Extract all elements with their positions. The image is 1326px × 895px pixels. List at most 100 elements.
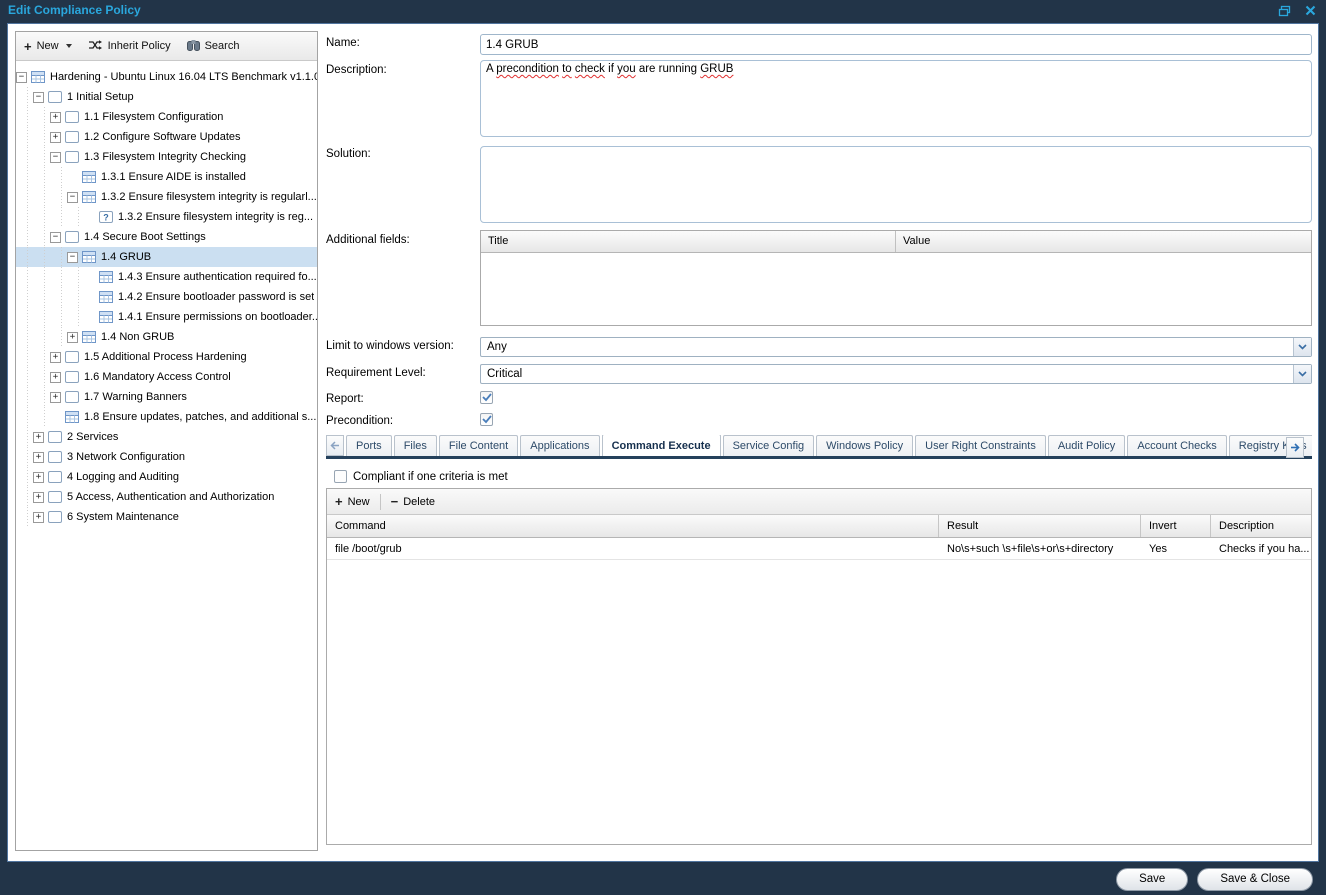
plus-expander-icon[interactable]: + xyxy=(33,472,44,483)
column-header-invert[interactable]: Invert xyxy=(1141,515,1211,537)
tab-command-execute[interactable]: Command Execute xyxy=(602,435,721,456)
tree-item[interactable]: +1.6 Mandatory Access Control xyxy=(16,367,317,387)
tree-item-label: 2 Services xyxy=(67,431,118,443)
tree-item[interactable]: +3 Network Configuration xyxy=(16,447,317,467)
tree-indent-guide xyxy=(16,427,33,447)
tree-item[interactable]: +1.1 Filesystem Configuration xyxy=(16,107,317,127)
minus-expander-icon[interactable]: − xyxy=(67,252,78,263)
tree-item[interactable]: 1.4.1 Ensure permissions on bootloader..… xyxy=(16,307,317,327)
inherit-policy-button[interactable]: Inherit Policy xyxy=(88,39,171,54)
minus-expander-icon[interactable]: − xyxy=(50,232,61,243)
tree-indent-guide xyxy=(16,307,33,327)
limit-windows-select[interactable]: Any xyxy=(480,337,1312,357)
report-checkbox[interactable] xyxy=(480,391,493,404)
tree-indent-guide xyxy=(16,407,33,427)
column-header-value[interactable]: Value xyxy=(896,231,937,252)
tree-item[interactable]: +2 Services xyxy=(16,427,317,447)
precondition-checkbox[interactable] xyxy=(480,413,493,426)
tree-indent-guide xyxy=(50,207,67,227)
column-header-description[interactable]: Description xyxy=(1211,515,1311,537)
close-icon[interactable] xyxy=(1303,4,1317,17)
tree-indent-guide xyxy=(33,287,50,307)
tree-indent-guide xyxy=(16,367,33,387)
criteria-row[interactable]: file /boot/grubNo\s+such \s+file\s+or\s+… xyxy=(327,538,1311,560)
requirement-level-select[interactable]: Critical xyxy=(480,364,1312,384)
column-header-result[interactable]: Result xyxy=(939,515,1141,537)
criteria-new-button[interactable]: + New xyxy=(335,496,370,508)
tree-item-label: 1.5 Additional Process Hardening xyxy=(84,351,247,363)
tree-item[interactable]: +1.2 Configure Software Updates xyxy=(16,127,317,147)
criteria-panel: + New − Delete Command Result Invert Des… xyxy=(326,488,1312,845)
tree-item[interactable]: +5 Access, Authentication and Authorizat… xyxy=(16,487,317,507)
tree-item[interactable]: −Hardening - Ubuntu Linux 16.04 LTS Benc… xyxy=(16,67,317,87)
tab-files[interactable]: Files xyxy=(394,435,437,456)
tab-applications[interactable]: Applications xyxy=(520,435,599,456)
tab-audit-policy[interactable]: Audit Policy xyxy=(1048,435,1125,456)
plus-expander-icon[interactable]: + xyxy=(67,332,78,343)
tree-item[interactable]: −1 Initial Setup xyxy=(16,87,317,107)
compliant-checkbox[interactable] xyxy=(334,470,347,483)
tab-account-checks[interactable]: Account Checks xyxy=(1127,435,1226,456)
tree-item[interactable]: +6 System Maintenance xyxy=(16,507,317,527)
plus-expander-icon[interactable]: + xyxy=(50,112,61,123)
tab-scroll-right-button[interactable] xyxy=(1286,437,1304,458)
tab-ports[interactable]: Ports xyxy=(346,435,392,456)
save-button[interactable]: Save xyxy=(1116,868,1188,891)
tree-item[interactable]: 1.8 Ensure updates, patches, and additio… xyxy=(16,407,317,427)
restore-icon[interactable] xyxy=(1277,4,1291,17)
column-header-command[interactable]: Command xyxy=(327,515,939,537)
plus-expander-icon[interactable]: + xyxy=(50,132,61,143)
plus-expander-icon[interactable]: + xyxy=(33,492,44,503)
column-header-title[interactable]: Title xyxy=(481,231,896,252)
tree-item[interactable]: +1.4 Non GRUB xyxy=(16,327,317,347)
new-button[interactable]: + New xyxy=(24,40,72,52)
minus-expander-icon[interactable]: − xyxy=(50,152,61,163)
tab-windows-policy[interactable]: Windows Policy xyxy=(816,435,913,456)
tree-item-label: 1.4.1 Ensure permissions on bootloader..… xyxy=(118,311,317,323)
tree-item-label: 4 Logging and Auditing xyxy=(67,471,179,483)
plus-expander-icon[interactable]: + xyxy=(33,452,44,463)
tab-service-config[interactable]: Service Config xyxy=(723,435,815,456)
tree-item[interactable]: 1.4.3 Ensure authentication required fo.… xyxy=(16,267,317,287)
chevron-down-icon[interactable] xyxy=(1293,338,1311,356)
tree-item[interactable]: 1.3.1 Ensure AIDE is installed xyxy=(16,167,317,187)
tree-item-label: 5 Access, Authentication and Authorizati… xyxy=(67,491,274,503)
tab-user-right-constraints[interactable]: User Right Constraints xyxy=(915,435,1046,456)
tree-indent-guide xyxy=(50,247,67,267)
inherit-policy-icon xyxy=(88,39,103,54)
tree-indent-guide xyxy=(16,87,33,107)
plus-expander-icon[interactable]: + xyxy=(50,352,61,363)
solution-textarea[interactable] xyxy=(480,146,1312,223)
tree-item-label: 3 Network Configuration xyxy=(67,451,185,463)
tree-item[interactable]: −1.3 Filesystem Integrity Checking xyxy=(16,147,317,167)
description-text: GRUB xyxy=(700,63,733,75)
search-button[interactable]: Search xyxy=(187,39,240,54)
tree-item[interactable]: −1.4 Secure Boot Settings xyxy=(16,227,317,247)
chevron-down-icon[interactable] xyxy=(1293,365,1311,383)
tree-item[interactable]: +4 Logging and Auditing xyxy=(16,467,317,487)
description-textarea[interactable]: A precondition to check if you are runni… xyxy=(480,60,1312,137)
expander-placeholder xyxy=(84,292,95,303)
plus-expander-icon[interactable]: + xyxy=(33,432,44,443)
plus-expander-icon[interactable]: + xyxy=(50,392,61,403)
plus-expander-icon[interactable]: + xyxy=(50,372,61,383)
tree-indent-guide xyxy=(16,207,33,227)
tree-item[interactable]: 1.4.2 Ensure bootloader password is set xyxy=(16,287,317,307)
save-close-button[interactable]: Save & Close xyxy=(1197,868,1313,891)
tab-scroll-left-button[interactable] xyxy=(326,435,344,456)
criteria-delete-button[interactable]: − Delete xyxy=(391,496,435,508)
tree-item[interactable]: +1.5 Additional Process Hardening xyxy=(16,347,317,367)
tree-item[interactable]: ?1.3.2 Ensure filesystem integrity is re… xyxy=(16,207,317,227)
minus-expander-icon[interactable]: − xyxy=(16,72,27,83)
minus-expander-icon[interactable]: − xyxy=(67,192,78,203)
toolbar-separator xyxy=(380,494,381,510)
tree-item-label: 1.3.2 Ensure filesystem integrity is reg… xyxy=(101,191,317,203)
name-input[interactable] xyxy=(480,34,1312,55)
minus-expander-icon[interactable]: − xyxy=(33,92,44,103)
tree-item[interactable]: − 1.3.2 Ensure filesystem integrity is re… xyxy=(16,187,317,207)
plus-expander-icon[interactable]: + xyxy=(33,512,44,523)
tree-item[interactable]: +1.7 Warning Banners xyxy=(16,387,317,407)
tree-item[interactable]: −1.4 GRUB xyxy=(16,247,317,267)
tab-file-content[interactable]: File Content xyxy=(439,435,518,456)
tree-indent-guide xyxy=(16,187,33,207)
